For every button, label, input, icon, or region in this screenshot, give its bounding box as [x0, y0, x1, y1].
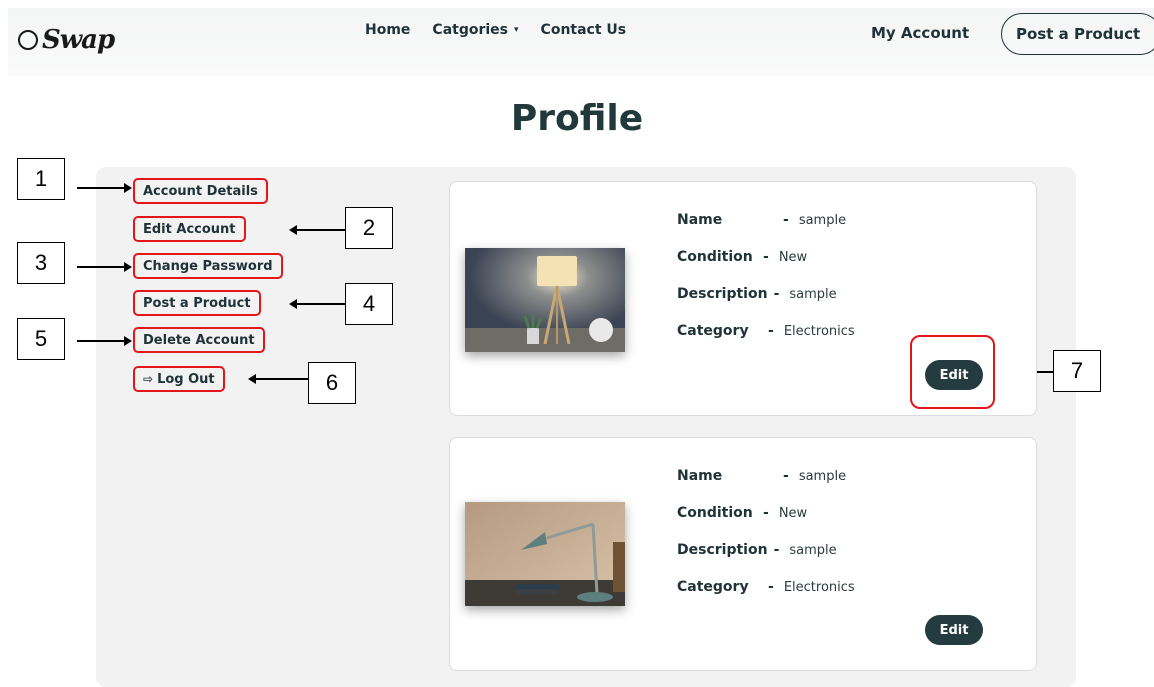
sidebar-item-label: Account Details — [143, 183, 258, 199]
callout-6: 6 — [308, 362, 356, 404]
separator: - — [763, 505, 769, 521]
sidebar-item-account-details[interactable]: Account Details — [133, 178, 268, 204]
edit-button-highlight — [910, 335, 995, 409]
callout-arrow-2 — [289, 225, 345, 235]
table-lamp-image — [465, 248, 625, 352]
sidebar-item-change-password[interactable]: Change Password — [133, 253, 283, 279]
sidebar-item-label: Edit Account — [143, 221, 236, 237]
callout-arrow-5 — [77, 336, 132, 346]
product-card: Name - sample Condition - New Descriptio… — [449, 437, 1037, 671]
nav-categories-label: Catgories — [432, 22, 509, 38]
condition-label: Condition — [677, 505, 753, 521]
name-label: Name — [677, 212, 723, 228]
separator: - — [783, 468, 789, 484]
sidebar-item-label: Delete Account — [143, 332, 255, 348]
sidebar-item-delete-account[interactable]: Delete Account — [133, 327, 265, 353]
description-label: Description — [677, 542, 768, 558]
product-condition-value: New — [778, 505, 808, 521]
page-title: Profile — [510, 98, 644, 139]
callout-7: 7 — [1053, 350, 1101, 392]
product-name-value: sample — [798, 468, 847, 484]
sidebar-item-label: Log Out — [157, 371, 215, 387]
callout-arrow-4 — [289, 299, 345, 309]
product-description-value: sample — [789, 542, 837, 558]
product-name-row: Name - sample — [677, 468, 846, 484]
my-account-link[interactable]: My Account — [871, 24, 969, 42]
sidebar-item-label: Post a Product — [143, 295, 251, 311]
product-category-row: Category - Electronics — [677, 579, 855, 595]
product-condition-row: Condition - New — [677, 249, 807, 265]
separator: - — [768, 579, 774, 595]
nav-contact-us[interactable]: Contact Us — [541, 22, 627, 38]
logo-text: Swap — [42, 25, 115, 55]
product-condition-row: Condition - New — [677, 505, 807, 521]
product-description-value: sample — [789, 286, 837, 302]
callout-2: 2 — [345, 207, 393, 249]
callout-arrow-6 — [248, 374, 308, 384]
desk-lamp-image — [465, 502, 625, 606]
separator: - — [783, 212, 789, 228]
logo[interactable]: Swap — [18, 22, 115, 58]
sidebar-item-label: Change Password — [143, 258, 273, 274]
separator: - — [763, 249, 769, 265]
product-name-row: Name - sample — [677, 212, 846, 228]
logout-icon: ⇨ — [143, 372, 154, 386]
nav-home[interactable]: Home — [365, 22, 410, 38]
table-lamp-photo — [465, 248, 625, 352]
callout-3: 3 — [17, 242, 65, 284]
callout-arrow-3 — [77, 262, 132, 272]
sidebar-item-post-product[interactable]: Post a Product — [133, 290, 261, 316]
separator: - — [768, 323, 774, 339]
top-navbar: Swap — [8, 8, 1154, 76]
callout-1: 1 — [17, 158, 65, 200]
category-label: Category — [677, 579, 749, 595]
sidebar-item-edit-account[interactable]: Edit Account — [133, 216, 246, 242]
edit-product-button[interactable]: Edit — [925, 615, 983, 645]
product-category-value: Electronics — [783, 323, 855, 339]
product-category-value: Electronics — [783, 579, 855, 595]
condition-label: Condition — [677, 249, 753, 265]
separator: - — [773, 542, 780, 558]
callout-4: 4 — [345, 283, 393, 325]
sidebar-item-log-out[interactable]: ⇨ Log Out — [133, 366, 225, 392]
product-category-row: Category - Electronics — [677, 323, 855, 339]
nav-categories-dropdown[interactable]: Catgories ▾ — [432, 22, 518, 38]
chevron-down-icon: ▾ — [514, 25, 519, 35]
product-description-row: Description - sample — [677, 286, 837, 302]
name-label: Name — [677, 468, 723, 484]
product-condition-value: New — [778, 249, 808, 265]
callout-5: 5 — [17, 318, 65, 360]
separator: - — [773, 286, 780, 302]
desk-lamp-photo — [465, 502, 625, 606]
product-name-value: sample — [798, 212, 847, 228]
post-product-button[interactable]: Post a Product — [1001, 13, 1154, 55]
main-nav: Home Catgories ▾ Contact Us — [365, 22, 626, 38]
logo-circle-icon — [18, 30, 38, 50]
category-label: Category — [677, 323, 749, 339]
callout-arrow-1 — [77, 183, 132, 193]
product-description-row: Description - sample — [677, 542, 837, 558]
description-label: Description — [677, 286, 768, 302]
